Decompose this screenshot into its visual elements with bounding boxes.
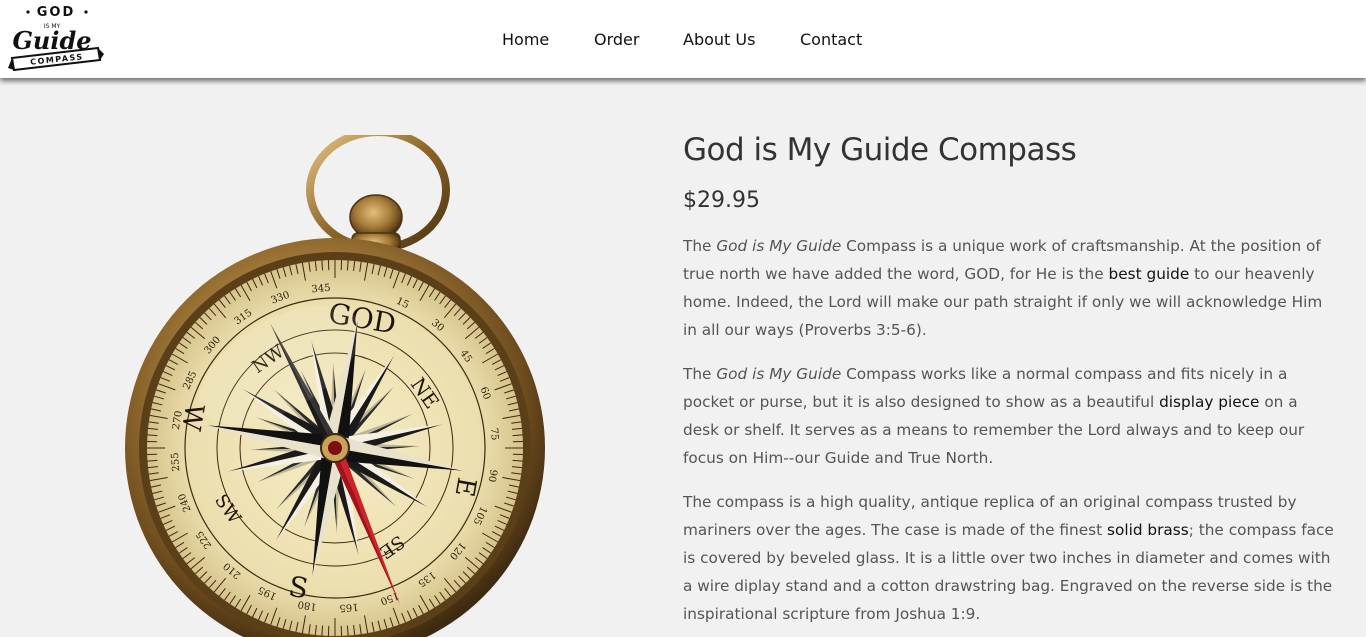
- nav-order-link[interactable]: Order: [594, 29, 639, 51]
- nav-home-link[interactable]: Home: [502, 29, 549, 51]
- nav-about-us-link[interactable]: About Us: [683, 29, 755, 51]
- product-price: $29.95: [683, 188, 760, 213]
- p2-highlight: display piece: [1159, 393, 1260, 411]
- nav-contact-link[interactable]: Contact: [800, 29, 862, 51]
- p3-highlight: solid brass: [1107, 521, 1189, 539]
- product-title: God is My Guide Compass: [683, 132, 1077, 168]
- dial-degree-label: 255: [170, 452, 183, 472]
- description-paragraph-2: The God is My Guide Compass works like a…: [683, 360, 1338, 472]
- dial-degree-label: 75: [488, 427, 500, 441]
- product-details: God is My Guide Compass $29.95 The God i…: [683, 128, 1343, 628]
- p1-highlight: best guide: [1108, 265, 1190, 283]
- dial-degree-label: 345: [311, 283, 331, 296]
- dial-tick: [346, 260, 349, 271]
- dial-degree-label: 90: [486, 468, 499, 482]
- dial-tick: [147, 434, 158, 437]
- description-paragraph-1: The God is My Guide Compass is a unique …: [683, 232, 1338, 344]
- compass-illustration: 3303451530453153002852702552402252101951…: [125, 135, 545, 637]
- p2-text-1: The: [683, 365, 717, 383]
- dial-tick: [512, 459, 523, 462]
- dial-tick: [512, 434, 523, 437]
- dial-tick: [147, 459, 158, 462]
- p2-emphasis: God is My Guide: [716, 365, 842, 383]
- p1-text-1: The: [683, 237, 717, 255]
- dial-tick: [346, 625, 349, 636]
- description-paragraph-3: The compass is a high quality, antique r…: [683, 488, 1338, 628]
- site-header: GOD IS MY Guide COMPASS Home Order About…: [0, 0, 1366, 78]
- dial-degree-label: 165: [339, 601, 359, 614]
- logo-text-god: GOD: [37, 5, 76, 20]
- dial-tick: [321, 625, 324, 636]
- product-image-compass: 330 345 15 30 45 315 300 285 270 255 240 225 210 195 1…: [120, 135, 550, 637]
- dial-tick: [321, 260, 324, 271]
- p1-emphasis: God is My Guide: [716, 237, 842, 255]
- main-nav: Home Order About Us Contact: [0, 29, 1366, 51]
